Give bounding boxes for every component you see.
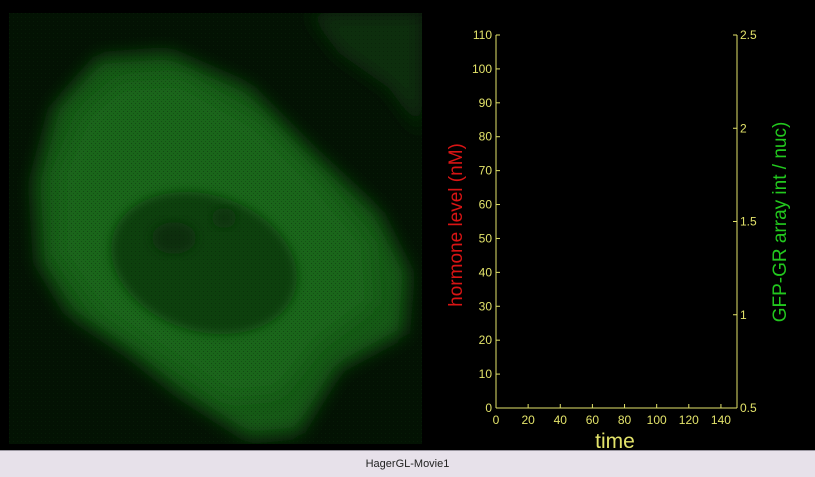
left-tick-label: 100	[472, 62, 492, 76]
x-tick-label: 140	[711, 413, 731, 427]
right-tick-label: 1	[740, 308, 747, 322]
left-tick-label: 50	[479, 231, 493, 245]
x-tick-label: 120	[679, 413, 699, 427]
x-axis: 0 20 40 60 80 100 120 140	[493, 404, 731, 427]
left-tick-label: 80	[479, 130, 493, 144]
left-tick-label: 110	[473, 28, 492, 42]
x-tick-label: 20	[521, 413, 535, 427]
window-title: HagerGL-Movie1	[365, 458, 450, 470]
left-tick-label: 70	[479, 164, 493, 178]
status-bar: HagerGL-Movie1	[0, 450, 815, 477]
right-tick-label: 2.5	[740, 28, 757, 42]
left-axis-label: hormone level (nM)	[446, 143, 467, 307]
x-tick-label: 60	[586, 413, 600, 427]
x-tick-label: 0	[493, 413, 500, 427]
dual-axis-chart: 0 10 20 30 40 50 60 70 80 90 100 110 0.5 1 1.5 2 2.5 0 2…	[446, 28, 791, 450]
left-tick-label: 60	[479, 198, 493, 212]
right-tick-label: 0.5	[740, 401, 757, 415]
x-tick-label: 80	[618, 413, 632, 427]
left-tick-label: 20	[479, 333, 493, 347]
right-tick-label: 1.5	[740, 215, 757, 229]
left-tick-label: 0	[485, 401, 492, 415]
x-axis-label: time	[595, 430, 635, 450]
left-tick-label: 90	[479, 96, 493, 110]
right-tick-label: 2	[740, 121, 747, 135]
left-tick-label: 10	[479, 367, 493, 381]
left-tick-label: 40	[479, 265, 493, 279]
axes-frame	[495, 35, 738, 409]
right-axis-label: GFP-GR array int / nuc)	[770, 122, 791, 323]
x-tick-label: 40	[554, 413, 568, 427]
left-tick-label: 30	[479, 299, 493, 313]
x-tick-label: 100	[647, 413, 667, 427]
